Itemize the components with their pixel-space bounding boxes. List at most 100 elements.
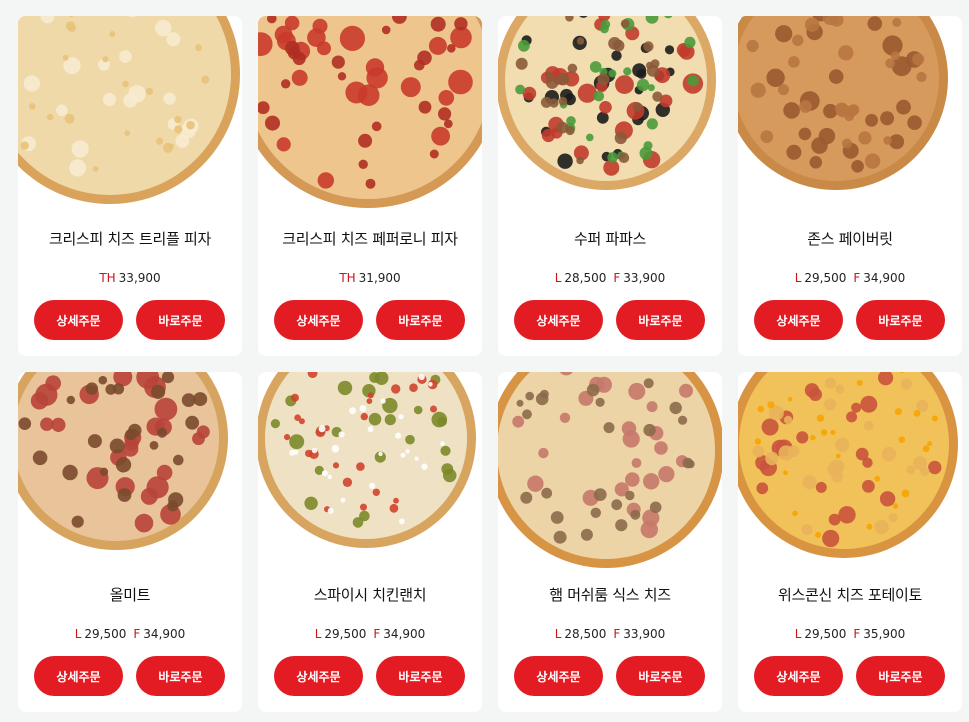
topping xyxy=(400,77,421,98)
topping xyxy=(788,56,800,68)
detail-order-button[interactable]: 상세주문 xyxy=(514,656,603,696)
topping xyxy=(558,96,568,106)
quick-order-button[interactable]: 바로주문 xyxy=(376,300,465,340)
topping xyxy=(389,503,399,513)
topping xyxy=(447,44,456,53)
topping xyxy=(69,159,87,177)
pizza-photo[interactable] xyxy=(498,16,722,216)
detail-order-button[interactable]: 상세주문 xyxy=(274,656,363,696)
topping xyxy=(365,178,376,189)
topping xyxy=(360,503,367,511)
topping xyxy=(863,420,874,431)
detail-order-button[interactable]: 상세주문 xyxy=(274,300,363,340)
topping xyxy=(438,90,455,106)
topping xyxy=(796,431,809,444)
topping xyxy=(99,467,109,476)
topping xyxy=(804,383,820,398)
pizza-photo[interactable] xyxy=(258,16,482,216)
pizza-photo[interactable] xyxy=(738,372,962,572)
topping xyxy=(430,16,446,32)
quick-order-button[interactable]: 바로주문 xyxy=(136,656,225,696)
product-name[interactable]: 위스콘신 치즈 포테이토 xyxy=(738,584,962,605)
topping xyxy=(289,434,305,450)
topping xyxy=(801,524,813,536)
topping xyxy=(595,397,605,407)
pizza-photo[interactable] xyxy=(18,372,242,572)
topping xyxy=(566,116,576,126)
topping xyxy=(440,441,445,446)
product-name[interactable]: 햄 머쉬룸 식스 치즈 xyxy=(498,584,722,605)
product-name[interactable]: 존스 페이버릿 xyxy=(738,228,962,249)
topping xyxy=(750,82,766,98)
product-card[interactable]: 위스콘신 치즈 포테이토 L 29,500 F 35,900 상세주문 바로주문 xyxy=(738,372,962,712)
topping xyxy=(820,429,828,436)
topping xyxy=(623,67,632,76)
quick-order-button[interactable]: 바로주문 xyxy=(616,656,705,696)
topping xyxy=(527,475,544,492)
topping xyxy=(906,465,916,475)
topping xyxy=(431,126,450,146)
topping xyxy=(122,80,129,88)
detail-order-button[interactable]: 상세주문 xyxy=(514,300,603,340)
quick-order-button[interactable]: 바로주문 xyxy=(856,656,945,696)
topping xyxy=(864,153,881,169)
product-name[interactable]: 크리스피 치즈 페퍼로니 피자 xyxy=(258,228,482,249)
product-price: TH 31,900 xyxy=(258,271,482,285)
product-name[interactable]: 크리스피 치즈 트리플 피자 xyxy=(18,228,242,249)
topping xyxy=(830,429,836,435)
topping xyxy=(384,414,396,426)
topping xyxy=(614,131,627,145)
detail-order-button[interactable]: 상세주문 xyxy=(34,300,123,340)
quick-order-button[interactable]: 바로주문 xyxy=(376,656,465,696)
quick-order-button[interactable]: 바로주문 xyxy=(616,300,705,340)
pizza-photo[interactable] xyxy=(498,372,722,572)
topping xyxy=(154,397,178,421)
topping xyxy=(359,405,367,412)
detail-order-button[interactable]: 상세주문 xyxy=(754,300,843,340)
topping xyxy=(168,492,184,508)
product-name[interactable]: 수퍼 파파스 xyxy=(498,228,722,249)
product-card[interactable]: 수퍼 파파스 L 28,500 F 33,900 상세주문 바로주문 xyxy=(498,16,722,356)
topping xyxy=(765,451,779,466)
pizza-photo[interactable] xyxy=(738,16,962,216)
quick-order-button[interactable]: 바로주문 xyxy=(856,300,945,340)
topping xyxy=(620,19,630,29)
pizza-photo[interactable] xyxy=(258,372,482,572)
detail-order-button[interactable]: 상세주문 xyxy=(754,656,843,696)
topping xyxy=(615,75,634,94)
topping xyxy=(652,91,663,102)
topping xyxy=(311,447,318,454)
topping xyxy=(156,464,173,481)
topping xyxy=(810,434,816,441)
topping xyxy=(518,39,530,52)
topping xyxy=(145,87,153,95)
topping xyxy=(270,419,280,429)
topping xyxy=(778,84,789,96)
product-name[interactable]: 스파이시 치킨랜치 xyxy=(258,584,482,605)
product-name[interactable]: 올미트 xyxy=(18,584,242,605)
product-card[interactable]: 올미트 L 29,500 F 34,900 상세주문 바로주문 xyxy=(18,372,242,712)
detail-order-button[interactable]: 상세주문 xyxy=(34,656,123,696)
topping xyxy=(625,472,640,487)
quick-order-button[interactable]: 바로주문 xyxy=(136,300,225,340)
pizza-photo[interactable] xyxy=(18,16,242,216)
topping xyxy=(679,383,693,398)
topping xyxy=(195,44,202,52)
product-card[interactable]: 존스 페이버릿 L 29,500 F 34,900 상세주문 바로주문 xyxy=(738,16,962,356)
product-card[interactable]: 햄 머쉬룸 식스 치즈 L 28,500 F 33,900 상세주문 바로주문 xyxy=(498,372,722,712)
topping xyxy=(631,458,642,468)
topping xyxy=(441,463,454,475)
product-card[interactable]: 크리스피 치즈 트리플 피자 TH 33,900 상세주문 바로주문 xyxy=(18,16,242,356)
topping xyxy=(418,100,432,114)
topping xyxy=(600,19,611,30)
product-card[interactable]: 스파이시 치킨랜치 L 29,500 F 34,900 상세주문 바로주문 xyxy=(258,372,482,712)
product-card[interactable]: 크리스피 치즈 페퍼로니 피자 TH 31,900 상세주문 바로주문 xyxy=(258,16,482,356)
topping xyxy=(593,488,607,501)
topping xyxy=(23,75,41,92)
topping xyxy=(358,159,368,169)
topping xyxy=(580,528,593,541)
topping xyxy=(611,499,623,511)
topping xyxy=(686,459,695,469)
topping xyxy=(185,415,200,430)
topping xyxy=(342,477,353,487)
